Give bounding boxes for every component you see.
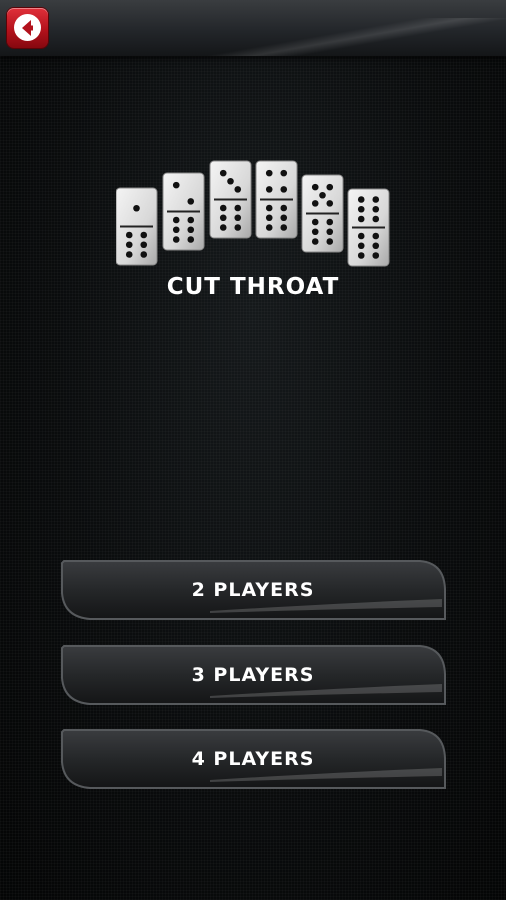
domino-pip bbox=[311, 228, 319, 236]
domino-pip bbox=[234, 204, 242, 212]
domino-pip bbox=[357, 196, 365, 203]
domino-pip bbox=[357, 252, 365, 259]
domino-pip bbox=[372, 242, 380, 250]
domino-pip bbox=[357, 215, 365, 223]
dominoes-graphic bbox=[116, 160, 390, 267]
domino-pip bbox=[125, 231, 133, 239]
domino-pip bbox=[311, 200, 319, 207]
domino-pip bbox=[219, 224, 227, 231]
mode-title: CUT THROAT bbox=[166, 274, 340, 300]
domino-tile bbox=[255, 160, 298, 239]
domino-pip bbox=[280, 224, 288, 231]
domino-pip bbox=[172, 226, 180, 234]
domino-pip bbox=[265, 204, 273, 212]
domino-pip bbox=[319, 191, 326, 199]
domino-pip bbox=[219, 214, 227, 222]
domino-pip bbox=[326, 218, 334, 226]
domino-pip bbox=[311, 218, 319, 226]
domino-pip bbox=[140, 241, 148, 249]
domino-pip bbox=[326, 228, 334, 236]
domino-pip bbox=[280, 169, 288, 177]
domino-pip bbox=[372, 232, 380, 240]
domino-pip bbox=[357, 232, 365, 240]
domino-tile bbox=[209, 160, 252, 239]
domino-pip bbox=[172, 236, 180, 243]
domino-tile bbox=[162, 172, 205, 251]
domino-pip bbox=[125, 251, 133, 258]
three-players-label: 3 PLAYERS bbox=[191, 664, 315, 686]
back-arrow-icon bbox=[22, 20, 33, 36]
domino-pip bbox=[172, 181, 180, 189]
domino-pip bbox=[140, 251, 148, 258]
domino-pip bbox=[227, 177, 234, 185]
domino-tile bbox=[301, 174, 344, 253]
domino-pip bbox=[357, 205, 365, 213]
domino-pip bbox=[172, 216, 180, 224]
domino-tile bbox=[116, 187, 158, 266]
domino-pip bbox=[219, 169, 227, 177]
four-players-label: 4 PLAYERS bbox=[191, 748, 315, 770]
domino-pip bbox=[265, 186, 273, 193]
domino-pip bbox=[372, 215, 380, 223]
domino-pip bbox=[187, 226, 195, 234]
domino-pip bbox=[326, 238, 334, 245]
domino-pip bbox=[280, 204, 288, 212]
domino-pip bbox=[234, 214, 242, 222]
domino-pip bbox=[372, 252, 380, 259]
top-bar-sheen bbox=[186, 18, 506, 56]
two-players-label: 2 PLAYERS bbox=[191, 579, 315, 601]
domino-pip bbox=[265, 169, 273, 177]
domino-pip bbox=[280, 186, 288, 193]
domino-pip bbox=[326, 200, 334, 207]
domino-tile bbox=[347, 188, 390, 267]
domino-pip bbox=[219, 204, 227, 212]
domino-pip bbox=[357, 242, 365, 250]
domino-pip bbox=[372, 205, 380, 213]
domino-pip bbox=[372, 196, 380, 203]
domino-pip bbox=[133, 204, 140, 212]
domino-pip bbox=[125, 241, 133, 249]
three-players-button[interactable]: 3 PLAYERS bbox=[60, 644, 446, 706]
domino-pip bbox=[234, 224, 242, 231]
domino-pip bbox=[311, 183, 319, 191]
two-players-button[interactable]: 2 PLAYERS bbox=[60, 559, 446, 621]
domino-pip bbox=[311, 238, 319, 245]
domino-pip bbox=[265, 214, 273, 222]
domino-pip bbox=[187, 216, 195, 224]
domino-pip bbox=[187, 198, 195, 205]
top-bar bbox=[0, 0, 506, 56]
domino-pip bbox=[234, 186, 242, 193]
domino-pip bbox=[326, 183, 334, 191]
domino-pip bbox=[265, 224, 273, 231]
back-button[interactable] bbox=[7, 8, 48, 48]
domino-pip bbox=[140, 231, 148, 239]
domino-pip bbox=[280, 214, 288, 222]
four-players-button[interactable]: 4 PLAYERS bbox=[60, 728, 446, 790]
domino-pip bbox=[187, 236, 195, 243]
